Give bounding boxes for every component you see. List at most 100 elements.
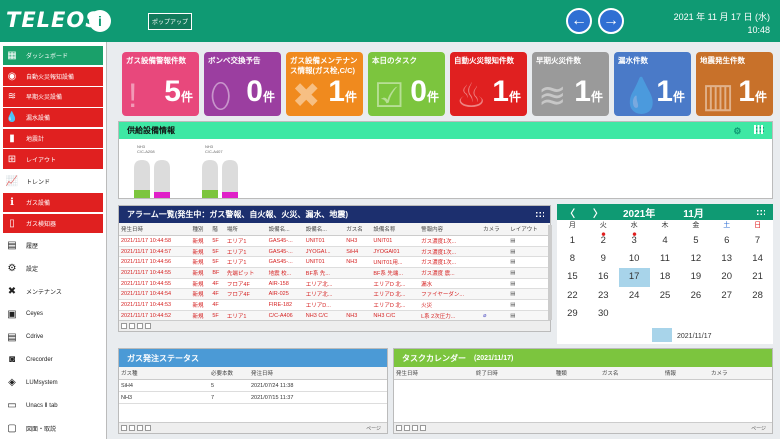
first-page-button[interactable] — [396, 425, 402, 431]
sidebar-item[interactable]: ≋ 早期火災設備 — [3, 87, 103, 107]
calendar-day[interactable]: 24 — [619, 287, 650, 305]
first-page-button[interactable] — [121, 323, 127, 329]
column-header[interactable]: ガス名 — [599, 367, 663, 380]
camera-link-icon[interactable]: ⌀ — [483, 313, 486, 319]
prev-month-icon[interactable]: 〈 — [565, 205, 575, 220]
back-arrow-icon[interactable]: ← — [566, 8, 592, 34]
column-header[interactable]: 警報内容 — [419, 223, 482, 236]
calendar-day[interactable]: 2 — [587, 232, 619, 251]
layout-icon[interactable]: ▤ — [510, 249, 515, 255]
sidebar-item[interactable]: ▮ 地震計 — [3, 128, 103, 148]
table-row[interactable]: SiH4 5 2021/07/24 11:38 — [119, 379, 387, 392]
summary-tile[interactable]: 早期火災件数 ≋ 1件 — [532, 52, 609, 116]
next-month-icon[interactable]: 〉 — [593, 205, 603, 220]
calendar-day[interactable]: 16 — [588, 268, 619, 286]
calendar-day[interactable]: 12 — [680, 250, 711, 268]
table-row[interactable]: 2021/11/17 10:44:54 新規 4F フロア4F AIR-025 エリア北.… — [119, 288, 550, 301]
summary-tile[interactable]: ガス設備警報件数! 5件 — [122, 52, 199, 116]
calendar-day[interactable]: 20 — [711, 268, 742, 286]
calendar-day[interactable]: 14 — [742, 250, 773, 268]
column-header[interactable]: レイアウト — [508, 223, 550, 236]
sidebar-item[interactable]: ▭ Unacs Ⅱ tab — [3, 396, 103, 415]
calendar-day[interactable]: 3 — [618, 232, 650, 251]
column-header[interactable]: 発注日時 — [249, 367, 387, 380]
column-header[interactable]: 種類 — [553, 367, 600, 380]
calendar-day[interactable]: 26 — [680, 287, 711, 305]
calendar-day[interactable]: 29 — [557, 305, 588, 323]
prev-page-button[interactable] — [404, 425, 410, 431]
column-header[interactable]: 階 — [210, 223, 225, 236]
layout-icon[interactable]: ▤ — [510, 313, 515, 319]
table-row[interactable]: 2021/11/17 10:44:55 新規 BF 先端ピット 地震 校... BF系 先… — [119, 267, 550, 279]
layout-icon[interactable]: ▤ — [510, 291, 515, 297]
calendar-day[interactable]: 25 — [650, 287, 681, 305]
sidebar-item[interactable]: ◈ LUMsystem — [3, 373, 103, 392]
calendar-day[interactable]: 21 — [742, 268, 773, 286]
sidebar-item[interactable]: ▦ ダッシュボード — [3, 46, 103, 66]
sidebar-item[interactable]: 📈 トレンド — [3, 172, 103, 191]
column-header[interactable]: 設備名... — [266, 223, 304, 236]
last-page-button[interactable] — [420, 425, 426, 431]
gas-tank[interactable]: NH3 C/C-A208 — [131, 144, 173, 205]
calendar-day[interactable]: 18 — [650, 268, 681, 286]
sidebar-item[interactable]: ◙ Crecorder — [3, 350, 103, 369]
column-header[interactable]: 情報 — [662, 367, 709, 380]
column-header[interactable]: 設備名称 — [371, 223, 420, 236]
next-page-button[interactable] — [137, 425, 143, 431]
calendar-day[interactable]: 1 — [557, 232, 588, 250]
calendar-day[interactable]: 23 — [588, 287, 619, 305]
sidebar-item[interactable]: ⚙ 設定 — [3, 259, 103, 278]
column-header[interactable]: 種別 — [190, 223, 211, 236]
calendar-day[interactable]: 11 — [650, 250, 681, 268]
table-row[interactable]: 2021/11/17 10:44:55 新規 4F フロア4F AIR-158 エリア北.… — [119, 278, 550, 290]
calendar-day[interactable]: 9 — [588, 250, 619, 268]
column-header[interactable]: 発生日時 — [119, 223, 191, 236]
column-header[interactable]: ガス名 — [344, 223, 372, 236]
calendar-day[interactable]: 8 — [557, 250, 588, 268]
next-page-button[interactable] — [137, 323, 143, 329]
calendar-day[interactable]: 5 — [680, 232, 711, 250]
summary-tile[interactable]: ボンベ交換予告 ⬯ 0件 — [204, 52, 281, 116]
calendar-day[interactable]: 13 — [711, 250, 742, 268]
calendar-day[interactable]: 4 — [650, 232, 681, 250]
forward-arrow-icon[interactable]: → — [598, 8, 624, 34]
table-row[interactable]: 2021/11/17 10:44:53 新規 4F FIRE-182 エリアD... エリ… — [119, 299, 550, 311]
calendar-day[interactable]: 28 — [742, 287, 773, 305]
sidebar-item[interactable]: ▯ ガス検知器 — [3, 213, 103, 233]
sidebar-item[interactable]: ▢ 図面・取説 — [3, 419, 103, 438]
prev-page-button[interactable] — [129, 323, 135, 329]
prev-page-button[interactable] — [129, 425, 135, 431]
popup-button[interactable]: ポップアップ — [148, 13, 193, 30]
table-row[interactable]: 2021/11/17 10:44:57 新規 5F エリア1 GAS45-... JYOG… — [119, 246, 550, 258]
calendar-day[interactable]: 7 — [742, 232, 773, 250]
grid-view-icon[interactable] — [754, 124, 764, 134]
gear-icon[interactable]: ⚙ — [733, 126, 741, 136]
column-header[interactable]: 終了日時 — [473, 367, 554, 380]
calendar-day[interactable]: 10 — [619, 250, 650, 268]
layout-icon[interactable]: ▤ — [510, 259, 515, 265]
table-row[interactable]: 2021/11/17 10:44:56 新規 5F エリア1 GAS45-... UNIT… — [119, 256, 550, 269]
summary-tile[interactable]: 地震発生件数 ▥ 1件 — [696, 52, 773, 116]
column-header[interactable]: 場所 — [224, 223, 267, 236]
last-page-button[interactable] — [145, 425, 151, 431]
summary-tile[interactable]: 本日のタスク ☑ 0件 — [368, 52, 445, 116]
sidebar-item[interactable]: ℹ ガス設備 — [3, 192, 103, 213]
sidebar-item[interactable]: ✖ メンテナンス — [3, 282, 103, 301]
sidebar-item[interactable]: ▤ 履歴 — [3, 236, 103, 255]
calendar-day[interactable]: 30 — [588, 305, 619, 323]
grid-view-icon[interactable] — [755, 207, 765, 217]
grid-view-icon[interactable] — [534, 210, 544, 219]
layout-icon[interactable]: ▤ — [510, 238, 515, 244]
sidebar-item[interactable]: ⊞ レイアウト — [3, 149, 103, 169]
next-page-button[interactable] — [412, 425, 418, 431]
calendar-day[interactable]: 15 — [557, 268, 588, 286]
sidebar-item[interactable]: ◉ 自動火災報知設備 — [3, 66, 103, 86]
column-header[interactable]: ガス種 — [119, 367, 209, 380]
table-row[interactable]: 2021/11/17 10:44:58 新規 5F エリア1 GAS45-... UNIT… — [119, 235, 550, 247]
sidebar-item[interactable]: ▤ Cdrive — [3, 328, 103, 347]
summary-tile[interactable]: ガス設備メンテナンス情報(ガス栓,C/C) ✖ 1件 — [286, 52, 363, 116]
layout-icon[interactable]: ▤ — [510, 302, 515, 308]
calendar-day[interactable]: 19 — [680, 268, 711, 286]
column-header[interactable]: 発生日時 — [394, 367, 474, 380]
column-header[interactable]: カメラ — [481, 223, 509, 236]
